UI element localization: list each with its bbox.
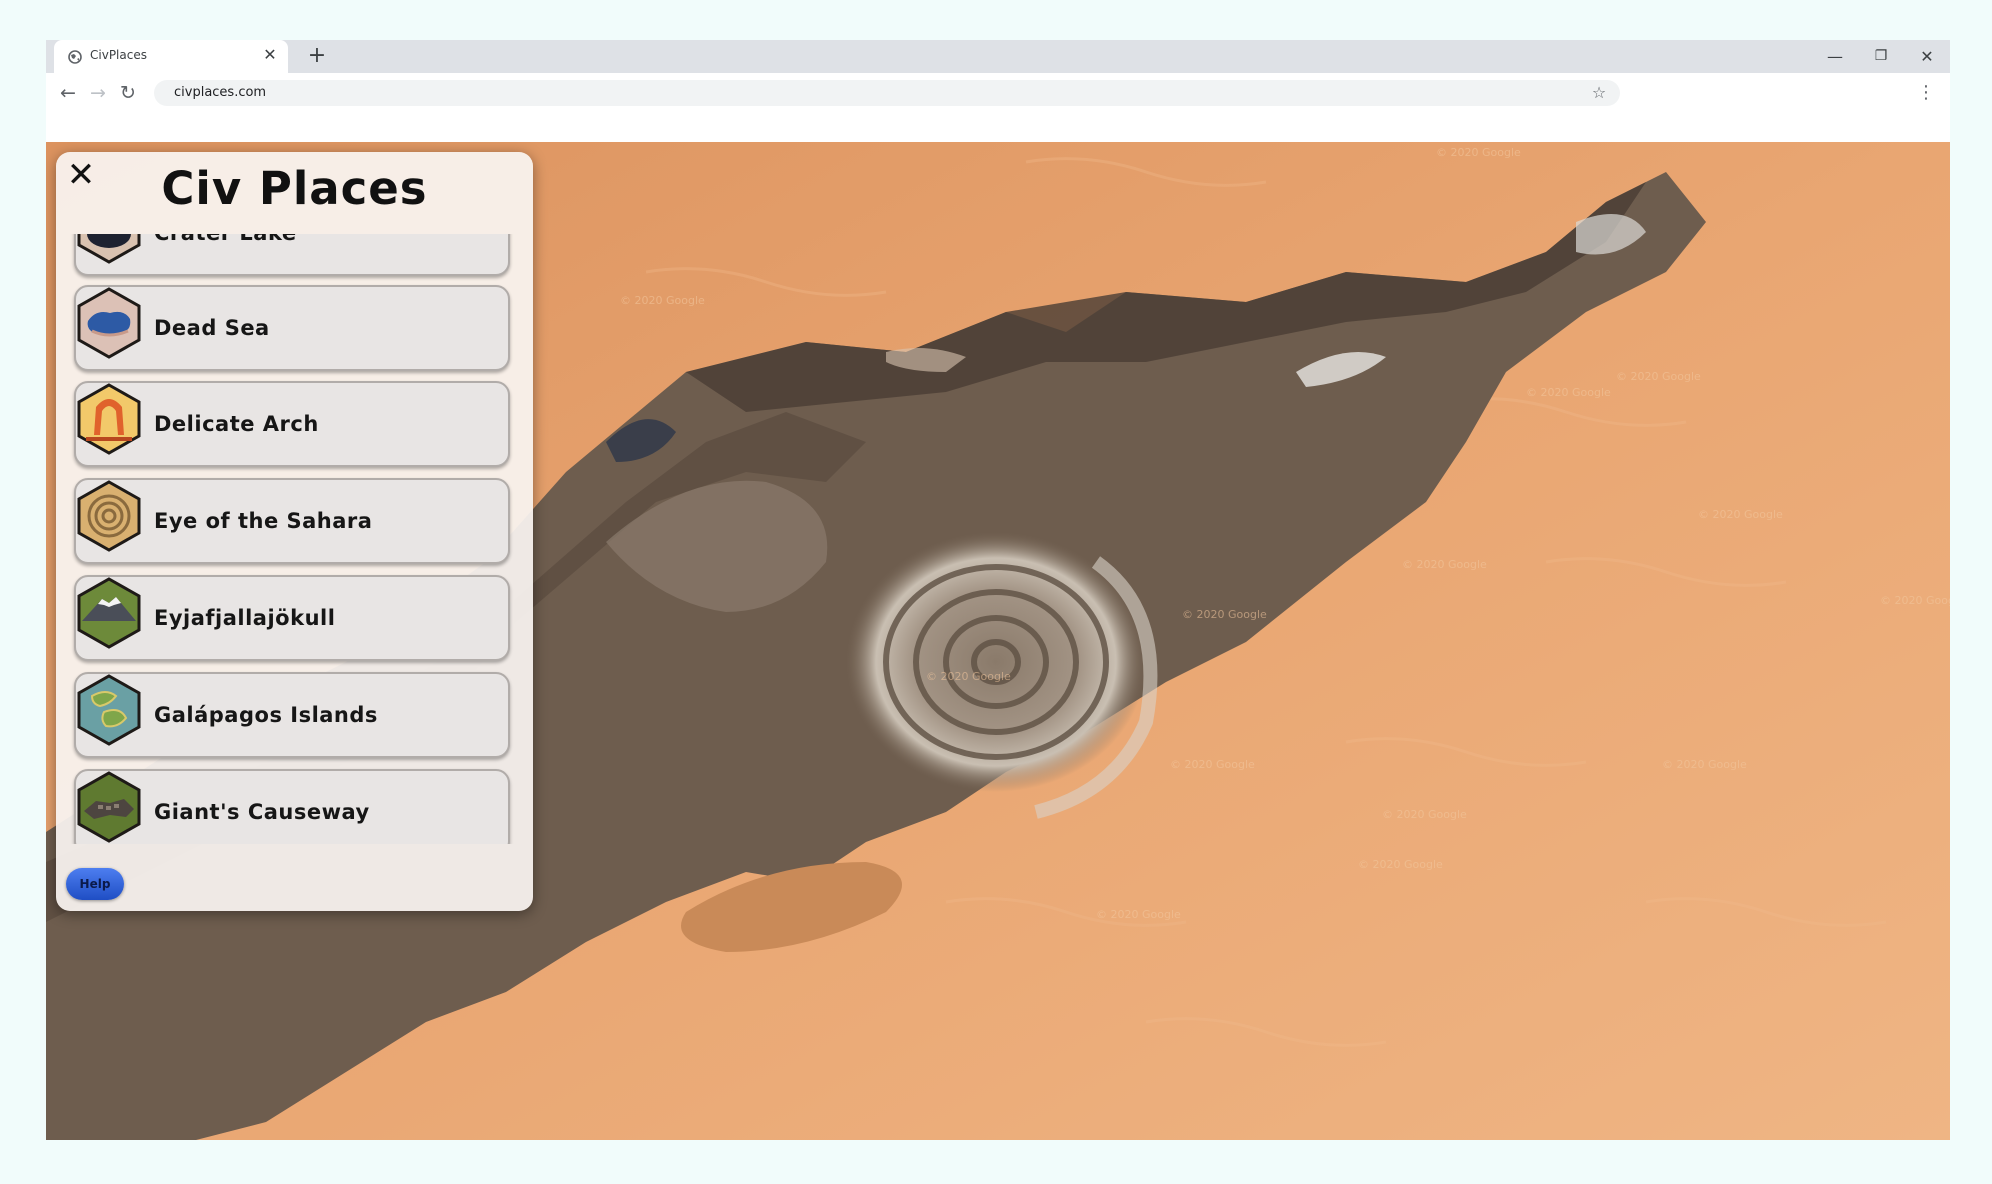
- minimize-icon[interactable]: —: [1812, 40, 1858, 73]
- plus-icon[interactable]: +: [304, 43, 330, 69]
- list-item[interactable]: Dead Sea: [74, 285, 510, 371]
- map-watermark: © 2020 Google: [1526, 386, 1611, 399]
- globe-icon: [68, 50, 82, 64]
- arrow-left-icon[interactable]: ←: [54, 79, 82, 107]
- place-label: Eye of the Sahara: [154, 509, 373, 533]
- map-watermark: © 2020 Google: [1616, 370, 1701, 383]
- map-watermark: © 2020 Google: [1382, 808, 1467, 821]
- help-button[interactable]: Help: [66, 868, 124, 900]
- address-bar[interactable]: civplaces.com ☆: [154, 80, 1620, 106]
- list-item[interactable]: Eye of the Sahara: [74, 478, 510, 564]
- giants-causeway-icon: [77, 771, 141, 843]
- crater-lake-icon: [77, 234, 141, 264]
- civ-places-panel: ✕ Civ Places Crater Lake Dead: [56, 152, 533, 911]
- map-watermark: © 2020 Google: [1698, 508, 1783, 521]
- place-label: Eyjafjallajökull: [154, 606, 336, 630]
- arrow-right-icon[interactable]: →: [84, 79, 112, 107]
- place-label: Giant's Causeway: [154, 800, 370, 824]
- browser-tab[interactable]: CivPlaces ✕: [54, 40, 288, 73]
- place-label: Dead Sea: [154, 316, 270, 340]
- place-label: Crater Lake: [154, 234, 297, 245]
- close-icon[interactable]: ✕: [260, 45, 280, 65]
- panel-title: Civ Places: [161, 162, 428, 215]
- browser-toolbar: ← → ↻ civplaces.com ☆ ⋮: [46, 73, 1950, 113]
- dead-sea-icon: [77, 287, 141, 359]
- map-watermark: © 2020 Google: [1880, 594, 1950, 607]
- list-item[interactable]: Eyjafjallajökull: [74, 575, 510, 661]
- close-icon[interactable]: ✕: [1904, 40, 1950, 73]
- place-list[interactable]: Crater Lake Dead Sea: [56, 234, 533, 844]
- map-watermark: © 2020 Google: [1662, 758, 1747, 771]
- map-watermark: © 2020 Google: [1436, 146, 1521, 159]
- place-label: Delicate Arch: [154, 412, 319, 436]
- star-icon[interactable]: ☆: [1588, 82, 1610, 104]
- eye-of-the-sahara-icon: [77, 480, 141, 552]
- map-watermark: © 2020 Google: [926, 670, 1011, 683]
- kebab-menu-icon[interactable]: ⋮: [1914, 79, 1938, 107]
- eyjafjallajokull-icon: [77, 577, 141, 649]
- list-item[interactable]: Crater Lake: [74, 234, 510, 276]
- map-watermark: © 2020 Google: [1170, 758, 1255, 771]
- map-watermark: © 2020 Google: [620, 294, 705, 307]
- list-item[interactable]: Giant's Causeway: [74, 769, 510, 844]
- list-item[interactable]: Galápagos Islands: [74, 672, 510, 758]
- url-text[interactable]: civplaces.com: [174, 85, 266, 100]
- reload-icon[interactable]: ↻: [114, 79, 142, 107]
- browser-window: CivPlaces ✕ + — ❐ ✕ ← → ↻ civplaces.com …: [46, 40, 1950, 1140]
- map-watermark: © 2020 Google: [1402, 558, 1487, 571]
- restore-icon[interactable]: ❐: [1858, 40, 1904, 73]
- delicate-arch-icon: [77, 383, 141, 455]
- satellite-map[interactable]: © 2020 Google © 2020 Google © 2020 Googl…: [46, 142, 1950, 1140]
- map-watermark: © 2020 Google: [1182, 608, 1267, 621]
- list-item[interactable]: Delicate Arch: [74, 381, 510, 467]
- place-label: Galápagos Islands: [154, 703, 378, 727]
- map-watermark: © 2020 Google: [1096, 908, 1181, 921]
- galapagos-islands-icon: [77, 674, 141, 746]
- tab-title: CivPlaces: [90, 48, 147, 62]
- map-watermark: © 2020 Google: [1358, 858, 1443, 871]
- tab-strip: CivPlaces ✕ + — ❐ ✕: [46, 40, 1950, 73]
